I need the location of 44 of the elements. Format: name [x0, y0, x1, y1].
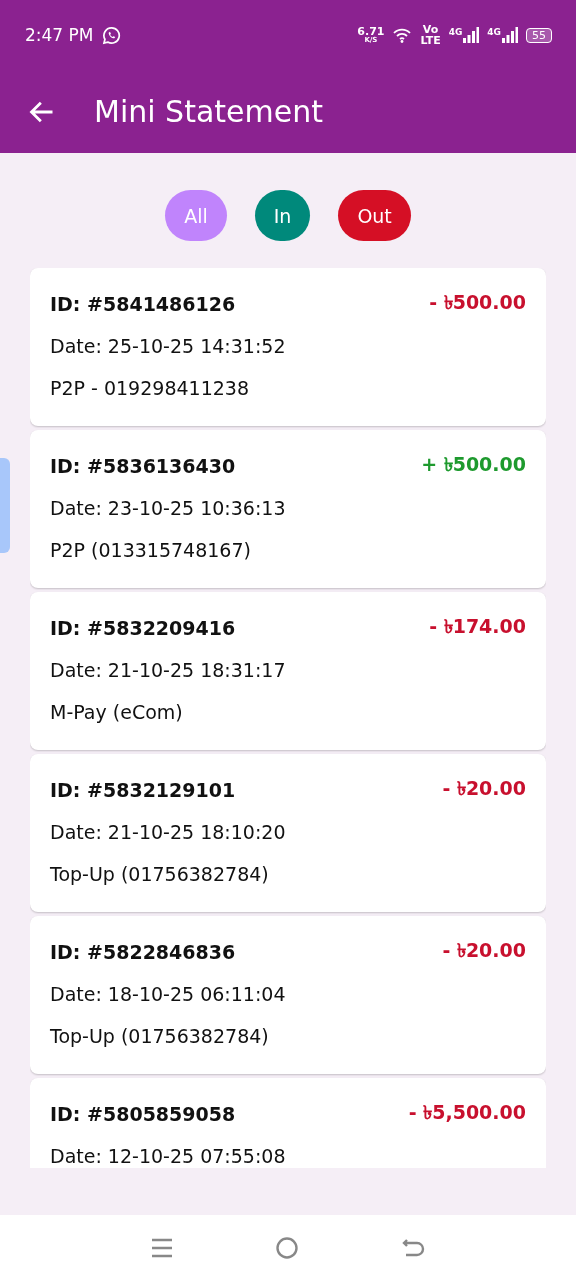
transaction-card[interactable]: ID: #5832129101 - ৳20.00 Date: 21-10-25 18:10:20 Top-Up (01756382784): [30, 754, 546, 912]
network-type: 4G: [448, 27, 463, 37]
filter-chip[interactable]: Out: [338, 190, 411, 241]
transaction-date: Date: 21-10-25 18:10:20: [50, 820, 287, 845]
network-type: 4G: [487, 27, 501, 37]
transaction-detail: P2P - 019298411238: [50, 376, 250, 401]
transaction-card[interactable]: ID: #5841486126 - ৳500.00 Date: 25-10-25 14:31:52 P2P - 019298411238: [30, 268, 546, 426]
chat-bubble-icon: [101, 25, 121, 45]
transaction-date: Date: 23-10-25 10:36:13: [50, 496, 287, 521]
transaction-amount: - ৳20.00: [442, 938, 526, 963]
transaction-detail: Top-Up (01756382784): [50, 1024, 270, 1049]
transaction-date: Date: 25-10-25 14:31:52: [50, 334, 287, 359]
battery-indicator: 55: [526, 27, 552, 43]
filter-chip[interactable]: In: [254, 190, 311, 241]
transaction-card[interactable]: ID: #5832209416 - ৳174.00 Date: 21-10-25 18:31:17 M-Pay (eCom): [30, 592, 546, 750]
transaction-id: ID: #5836136430: [50, 455, 236, 477]
page-title: Mini Statement: [94, 94, 323, 129]
transaction-date: Date: 18-10-25 06:11:04: [50, 982, 287, 1007]
transaction-id: ID: #5822846836: [50, 941, 236, 963]
status-time: 2:47 PM: [25, 25, 94, 45]
transaction-detail: M-Pay (eCom): [50, 700, 184, 725]
transaction-detail: P2P (013315748167): [50, 538, 252, 563]
volte-indicator: Vo LTE: [420, 24, 441, 46]
transaction-id: ID: #5841486126: [50, 293, 236, 315]
transaction-id: ID: #5805859058: [50, 1103, 236, 1125]
transaction-date: Date: 12-10-25 07:55:08: [50, 1144, 287, 1168]
transaction-card[interactable]: ID: #5822846836 - ৳20.00 Date: 18-10-25 06:11:04 Top-Up (01756382784): [30, 916, 546, 1074]
transaction-id: ID: #5832129101: [50, 779, 236, 801]
transaction-card[interactable]: ID: #5836136430 + ৳500.00 Date: 23-10-25 10:36:13 P2P (013315748167): [30, 430, 546, 588]
wifi-icon: [392, 27, 413, 43]
transaction-date: Date: 21-10-25 18:31:17: [50, 658, 287, 683]
transaction-amount: - ৳174.00: [429, 614, 526, 639]
edge-handle[interactable]: [0, 458, 10, 553]
signal-icon: [463, 27, 480, 43]
transaction-amount: + ৳500.00: [421, 452, 526, 477]
home-icon[interactable]: [275, 1235, 299, 1260]
transaction-id: ID: #5832209416: [50, 617, 236, 639]
transaction-amount: - ৳500.00: [429, 290, 526, 315]
menu-icon[interactable]: [151, 1236, 173, 1259]
transaction-amount: - ৳5,500.00: [408, 1100, 526, 1125]
transaction-card[interactable]: ID: #5805859058 - ৳5,500.00 Date: 12-10-25 07:55:08: [30, 1078, 546, 1168]
transaction-detail: Top-Up (01756382784): [50, 862, 270, 887]
signal-icon: [502, 27, 518, 43]
transaction-amount: - ৳20.00: [442, 776, 526, 801]
